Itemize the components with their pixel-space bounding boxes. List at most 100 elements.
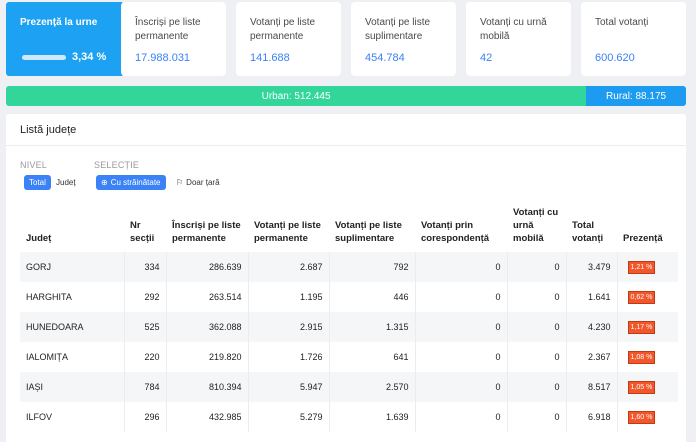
stat-value: 17.988.031 xyxy=(135,52,191,64)
table-cell: 0 xyxy=(507,342,567,372)
table-cell: 263.514 xyxy=(166,282,249,312)
column-header[interactable]: Votanți pe liste permanente xyxy=(248,206,329,252)
presence-cell: 1,08 % xyxy=(617,342,678,372)
nivel-judet-button[interactable]: Județ xyxy=(51,175,81,190)
flag-icon: ⚐ xyxy=(176,178,184,187)
table-row[interactable]: IAȘI 784 810.394 5.947 2.570 0 0 8.517 1,05 % xyxy=(20,372,678,402)
table-row[interactable]: HARGHITA 292 263.514 1.195 446 0 0 1.641 0,62 % xyxy=(20,282,678,312)
urban-segment: Urban: 512.445 xyxy=(6,86,587,106)
stat-value: 42 xyxy=(480,52,493,64)
table-cell: 334 xyxy=(124,252,167,282)
table-cell: 525 xyxy=(124,312,167,342)
presence-cell: 1,21 % xyxy=(617,252,678,282)
column-header[interactable]: Votanți cu urnă mobilă xyxy=(507,206,566,252)
table-cell: 5.947 xyxy=(248,372,330,402)
table-cell: 220 xyxy=(124,342,167,372)
county-name-cell: IAȘI xyxy=(20,372,125,402)
stat-label: Votanți pe liste permanente xyxy=(250,17,316,42)
table-cell: 0 xyxy=(415,372,508,402)
table-cell: 292 xyxy=(124,282,167,312)
table-cell: 5.279 xyxy=(248,402,330,432)
table-cell: 362.088 xyxy=(166,312,249,342)
table-cell: 0 xyxy=(415,402,508,432)
nivel-label: NIVEL xyxy=(20,160,48,170)
stat-card-votanti-permanente: Votanți pe liste permanente 141.688 xyxy=(236,2,341,76)
table-row[interactable]: GORJ 334 286.639 2.687 792 0 0 3.479 1,21 % xyxy=(20,252,678,282)
table-cell: 6.918 xyxy=(566,402,618,432)
column-header[interactable]: Votanți pe liste suplimentare xyxy=(329,206,415,252)
table-cell: 446 xyxy=(329,282,416,312)
table-row[interactable]: IALOMIȚA 220 219.820 1.726 641 0 0 2.367 1,08 % xyxy=(20,342,678,372)
table-cell: 286.639 xyxy=(166,252,249,282)
stat-card-total-votanti: Total votanți 600.620 xyxy=(581,2,686,76)
table-cell: 641 xyxy=(329,342,416,372)
table-cell: 0 xyxy=(415,312,508,342)
column-header[interactable]: Votanți prin corespondență xyxy=(415,206,507,252)
stat-card-inscrisi: Înscriși pe liste permanente 17.988.031 xyxy=(121,2,226,76)
table-cell: 0 xyxy=(507,252,567,282)
table-cell: 219.820 xyxy=(166,342,249,372)
stat-value: 454.784 xyxy=(365,52,405,64)
county-name-cell: ILFOV xyxy=(20,402,125,432)
column-header[interactable]: Înscriși pe liste permanente xyxy=(166,206,248,252)
stat-label: Total votanți xyxy=(595,17,649,28)
globe-icon: ⊕ xyxy=(101,178,108,187)
table-cell: 0 xyxy=(415,252,508,282)
table-cell: 2.570 xyxy=(329,372,416,402)
presence-value: 3,34 % xyxy=(72,51,107,63)
column-header[interactable]: Județ xyxy=(20,206,124,252)
presence-badge: 0,62 % xyxy=(627,290,656,304)
table-cell: 1.726 xyxy=(248,342,330,372)
table-cell: 2.915 xyxy=(248,312,330,342)
doar-tara-label: Doar țară xyxy=(186,178,220,187)
stat-value: 141.688 xyxy=(250,52,290,64)
table-header-row: Județ Nr secții Înscriși pe liste perman… xyxy=(20,206,678,252)
table-cell: 0 xyxy=(507,282,567,312)
table-cell: 4.230 xyxy=(566,312,618,342)
table-cell: 1.641 xyxy=(566,282,618,312)
county-name-cell: HARGHITA xyxy=(20,282,125,312)
county-list-panel: Listă județe NIVEL SELECȚIE Total Județ … xyxy=(6,114,686,442)
column-header[interactable]: Nr secții xyxy=(124,206,166,252)
presence-cell: 1,05 % xyxy=(617,372,678,402)
table-cell: 1.639 xyxy=(329,402,416,432)
table-cell: 8.517 xyxy=(566,372,618,402)
county-name-cell: GORJ xyxy=(20,252,125,282)
presence-progress xyxy=(22,55,66,60)
presence-badge: 1,17 % xyxy=(627,320,656,334)
stat-value: 600.620 xyxy=(595,52,635,64)
county-table: Județ Nr secții Înscriși pe liste perman… xyxy=(20,206,678,432)
table-cell: 0 xyxy=(507,402,567,432)
table-row[interactable]: ILFOV 296 432.985 5.279 1.639 0 0 6.918 1,60 % xyxy=(20,402,678,432)
rural-segment: Rural: 88.175 xyxy=(586,86,686,106)
county-name-cell: IALOMIȚA xyxy=(20,342,125,372)
presence-card: Prezență la urne 3,34 % xyxy=(6,2,124,76)
table-cell: 1.195 xyxy=(248,282,330,312)
county-name-cell: HUNEDOARA xyxy=(20,312,125,342)
panel-title: Listă județe xyxy=(20,124,77,136)
nivel-total-button[interactable]: Total xyxy=(24,175,51,190)
column-header[interactable]: Total votanți xyxy=(566,206,617,252)
table-cell: 432.985 xyxy=(166,402,249,432)
divider xyxy=(6,145,686,146)
table-cell: 0 xyxy=(507,312,567,342)
cu-strainatate-button[interactable]: ⊕ Cu străinătate xyxy=(96,175,166,190)
urban-rural-bar: Urban: 512.445 Rural: 88.175 xyxy=(6,86,686,106)
table-cell: 296 xyxy=(124,402,167,432)
presence-badge: 1,21 % xyxy=(627,260,656,274)
presence-cell: 0,62 % xyxy=(617,282,678,312)
stat-label: Votanți cu urnă mobilă xyxy=(480,17,547,42)
doar-tara-button[interactable]: ⚐ Doar țară xyxy=(171,175,225,190)
table-cell: 810.394 xyxy=(166,372,249,402)
stat-card-urna-mobila: Votanți cu urnă mobilă 42 xyxy=(466,2,571,76)
stat-label: Înscriși pe liste permanente xyxy=(135,17,201,42)
table-cell: 784 xyxy=(124,372,167,402)
table-cell: 2.687 xyxy=(248,252,330,282)
selectie-label: SELECȚIE xyxy=(94,160,140,170)
column-header[interactable]: Prezență xyxy=(617,206,678,252)
presence-cell: 1,17 % xyxy=(617,312,678,342)
presence-badge: 1,60 % xyxy=(627,410,656,424)
table-cell: 792 xyxy=(329,252,416,282)
table-row[interactable]: HUNEDOARA 525 362.088 2.915 1.315 0 0 4.230 1,17… xyxy=(20,312,678,342)
presence-badge: 1,05 % xyxy=(627,380,656,394)
